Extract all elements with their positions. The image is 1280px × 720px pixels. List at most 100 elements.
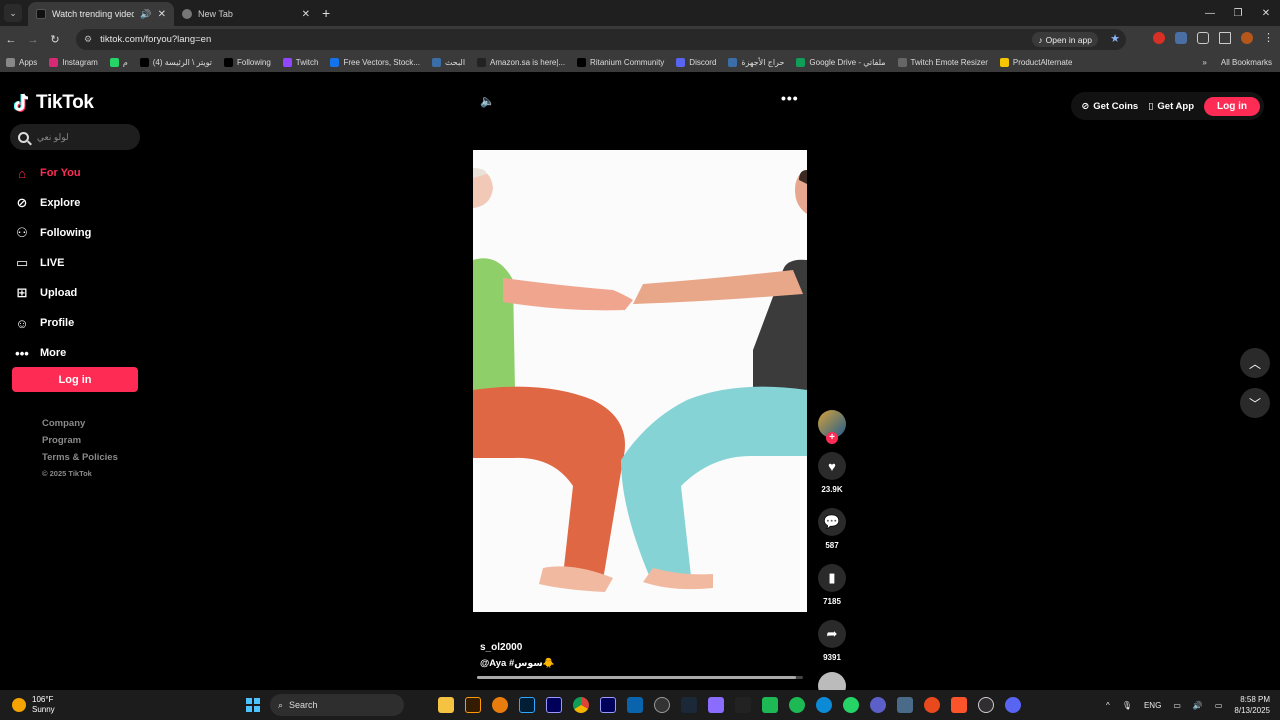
- comment-icon[interactable]: 💬: [818, 508, 846, 536]
- app-circle-icon[interactable]: [654, 697, 670, 713]
- app-green-icon[interactable]: [762, 697, 778, 713]
- volume-tray-icon[interactable]: 🔊: [1193, 701, 1203, 710]
- speaker-icon[interactable]: 🔊: [140, 9, 151, 20]
- sidebar-login-button[interactable]: Log in: [12, 367, 138, 392]
- video-player[interactable]: [473, 150, 807, 612]
- like-action[interactable]: ♥ 23.9K: [816, 452, 848, 494]
- after-effects-icon[interactable]: [546, 697, 562, 713]
- heart-icon[interactable]: ♥: [818, 452, 846, 480]
- site-info-icon[interactable]: ⚙: [84, 34, 92, 45]
- premiere-icon[interactable]: [600, 697, 616, 713]
- profile-avatar-icon[interactable]: [1241, 31, 1253, 44]
- brave-icon[interactable]: [951, 697, 967, 713]
- next-video-chevron-down-icon[interactable]: ﹀: [1240, 388, 1270, 418]
- app-orange-icon[interactable]: [924, 697, 940, 713]
- edge-icon[interactable]: [816, 697, 832, 713]
- more-bookmarks-icon[interactable]: »: [1202, 58, 1206, 67]
- search-icon[interactable]: [18, 131, 29, 143]
- bookmark-item[interactable]: Discord: [676, 58, 716, 67]
- spotify-icon[interactable]: [789, 697, 805, 713]
- whatsapp-icon[interactable]: [843, 697, 859, 713]
- more-options-icon[interactable]: •••: [781, 90, 799, 106]
- save-action[interactable]: ▮ 7185: [816, 564, 848, 606]
- video-progress-bar[interactable]: [477, 676, 803, 679]
- bookmark-item[interactable]: (4) تويتر \ الرئيسة: [139, 58, 212, 67]
- bookmark-item[interactable]: Ritanium Community: [577, 58, 664, 67]
- bookmark-item[interactable]: Instagram: [49, 58, 98, 67]
- footer-link-company[interactable]: Company: [42, 418, 118, 435]
- sidebar-item-live[interactable]: ▭ LIVE: [14, 248, 144, 278]
- photoshop-icon[interactable]: [519, 697, 535, 713]
- open-in-app-button[interactable]: ♪ Open in app: [1032, 32, 1098, 47]
- blender-icon[interactable]: [492, 697, 508, 713]
- video-caption[interactable]: @Aya #سوس🐥: [480, 658, 555, 669]
- battery-icon[interactable]: ▭: [1215, 701, 1223, 710]
- get-app-button[interactable]: ▯ Get App: [1148, 101, 1194, 112]
- sidebar-item-for-you[interactable]: ⌂ For You: [14, 158, 144, 188]
- illustrator-icon[interactable]: [465, 697, 481, 713]
- bookmark-item[interactable]: Following: [224, 58, 271, 67]
- microphone-icon[interactable]: 🎙: [1122, 701, 1132, 710]
- all-bookmarks-button[interactable]: All Bookmarks: [1221, 58, 1272, 67]
- language-indicator[interactable]: ENG: [1144, 701, 1161, 710]
- reload-icon[interactable]: ↻: [44, 33, 66, 46]
- video-username[interactable]: s_ol2000: [480, 642, 522, 653]
- puzzle-extensions-icon[interactable]: [1197, 31, 1209, 44]
- bookmark-item[interactable]: Twitch: [282, 58, 318, 67]
- follow-plus-icon[interactable]: +: [826, 432, 838, 444]
- app-monitor-icon[interactable]: [897, 697, 913, 713]
- chevron-up-icon[interactable]: ^: [1106, 701, 1110, 710]
- browser-menu-icon[interactable]: ⋮: [1263, 31, 1274, 44]
- bookmark-item[interactable]: Twitch Emote Resizer: [897, 58, 988, 67]
- bookmark-item[interactable]: Free Vectors, Stock...: [330, 58, 420, 67]
- bookmark-item[interactable]: Google Drive - ملفاتي: [796, 58, 886, 67]
- tiktok-logo[interactable]: TikTok: [14, 92, 94, 114]
- network-icon[interactable]: ▭: [1173, 701, 1181, 710]
- obs-icon[interactable]: [978, 697, 994, 713]
- tab-new-tab[interactable]: New Tab ✕: [174, 2, 318, 26]
- creator-avatar[interactable]: +: [818, 410, 846, 444]
- taskbar-search[interactable]: ⌕ Search: [270, 694, 404, 716]
- weather-widget[interactable]: 106°F Sunny: [12, 695, 55, 715]
- app-dot-icon[interactable]: [735, 697, 751, 713]
- get-coins-button[interactable]: ⊘ Get Coins: [1081, 101, 1138, 112]
- maximize-icon[interactable]: ❐: [1224, 8, 1252, 19]
- taskbar-clock[interactable]: 8:58 PM 8/13/2025: [1234, 694, 1270, 716]
- file-explorer-icon[interactable]: [438, 697, 454, 713]
- bookmark-item[interactable]: البحث: [431, 58, 465, 67]
- share-arrow-icon[interactable]: ➦: [818, 620, 846, 648]
- bookmark-item[interactable]: م: [109, 58, 128, 67]
- sidebar-item-upload[interactable]: ⊞ Upload: [14, 278, 144, 308]
- footer-link-terms[interactable]: Terms & Policies: [42, 452, 118, 469]
- bookmark-item[interactable]: Amazon.sa is here|...: [477, 58, 565, 67]
- forward-arrow-icon[interactable]: →: [22, 34, 44, 46]
- bookmark-item[interactable]: حراج الأجهزة: [728, 58, 784, 67]
- sidebar-item-more[interactable]: ••• More: [14, 338, 144, 368]
- sidebar-item-explore[interactable]: ⊘ Explore: [14, 188, 144, 218]
- back-arrow-icon[interactable]: ←: [0, 34, 22, 46]
- bookmark-item[interactable]: Apps: [6, 58, 37, 67]
- bookmark-item[interactable]: ProductAlternate: [999, 58, 1072, 67]
- footer-link-program[interactable]: Program: [42, 435, 118, 452]
- windows-start-icon[interactable]: [246, 698, 260, 712]
- chrome-icon[interactable]: [573, 697, 589, 713]
- address-bar[interactable]: ⚙ tiktok.com/foryou?lang=en ♪ Open in ap…: [76, 29, 1126, 50]
- media-controls-icon[interactable]: [1219, 31, 1231, 44]
- volume-icon[interactable]: 🔈: [480, 94, 495, 108]
- close-window-icon[interactable]: ✕: [1252, 8, 1280, 19]
- app-purple-icon[interactable]: [870, 697, 886, 713]
- bookmark-icon[interactable]: ▮: [818, 564, 846, 592]
- previous-video-chevron-up-icon[interactable]: ︿: [1240, 348, 1270, 378]
- copilot-icon[interactable]: [708, 697, 724, 713]
- outlook-icon[interactable]: [627, 697, 643, 713]
- close-tab-icon[interactable]: ✕: [302, 9, 310, 20]
- close-tab-icon[interactable]: ✕: [158, 9, 166, 20]
- discord-icon[interactable]: [1005, 697, 1021, 713]
- sidebar-item-profile[interactable]: ☺ Profile: [14, 308, 144, 338]
- extension-red-icon[interactable]: [1153, 31, 1165, 44]
- tab-tiktok[interactable]: Watch trending videos for y 🔊 ✕: [28, 2, 174, 26]
- new-tab-plus-icon[interactable]: +: [322, 5, 330, 21]
- tab-search-button[interactable]: ⌄: [4, 4, 22, 22]
- sidebar-item-following[interactable]: ⚇ Following: [14, 218, 144, 248]
- minimize-icon[interactable]: —: [1196, 8, 1224, 19]
